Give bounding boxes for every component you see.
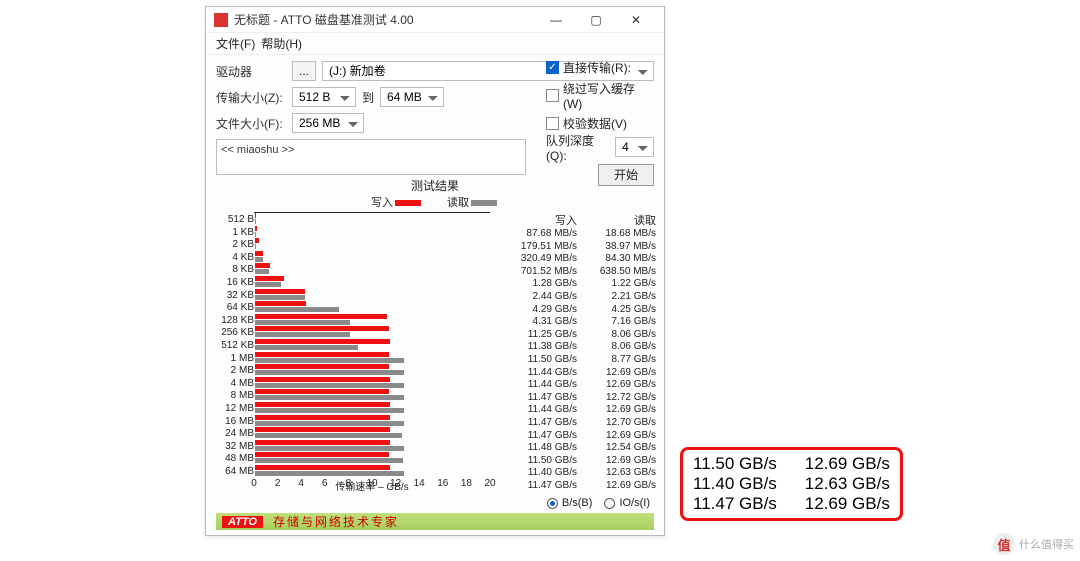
watermark: 值 什么值得买 xyxy=(993,533,1074,555)
legend: 写入 读取 xyxy=(216,194,654,210)
xfersize-to-label: 到 xyxy=(362,89,374,106)
watermark-text: 什么值得买 xyxy=(1019,536,1074,552)
verify-checkbox[interactable]: 校验数据(V) xyxy=(546,115,654,132)
menu-help[interactable]: 帮助(H) xyxy=(261,35,302,52)
browse-button[interactable]: ... xyxy=(292,61,316,81)
xfersize-to-select[interactable]: 64 MB xyxy=(380,87,444,107)
app-icon xyxy=(214,13,228,27)
qd-label: 队列深度(Q): xyxy=(546,132,609,163)
chart-area: 512 B1 KB2 KB4 KB8 KB16 KB32 KB64 KB128 … xyxy=(216,212,654,478)
filesize-label: 文件大小(F): xyxy=(216,115,286,132)
description-box[interactable]: << miaoshu >> xyxy=(216,139,526,175)
filesize-select[interactable]: 256 MB xyxy=(292,113,364,133)
maximize-button[interactable]: ▢ xyxy=(576,9,616,31)
xfersize-from-select[interactable]: 512 B xyxy=(292,87,356,107)
titlebar: 无标题 - ATTO 磁盘基准测试 4.00 — ▢ ✕ xyxy=(206,7,664,33)
plot xyxy=(254,212,490,213)
footer-slogan: 存储与网络技术专家 xyxy=(273,513,399,530)
footer: ATTO 存储与网络技术专家 xyxy=(216,513,654,530)
y-axis: 512 B1 KB2 KB4 KB8 KB16 KB32 KB64 KB128 … xyxy=(216,212,254,478)
menubar: 文件(F) 帮助(H) xyxy=(206,33,664,55)
start-button[interactable]: 开始 xyxy=(598,164,654,186)
app-window: 无标题 - ATTO 磁盘基准测试 4.00 — ▢ ✕ 文件(F) 帮助(H)… xyxy=(205,6,665,536)
direct-checkbox[interactable]: ✓直接传输(R): xyxy=(546,59,654,76)
xfersize-label: 传输大小(Z): xyxy=(216,89,286,106)
unit-bs-radio[interactable]: B/s(B) xyxy=(547,497,593,509)
window-title: 无标题 - ATTO 磁盘基准测试 4.00 xyxy=(234,11,414,28)
highlight-callout: 11.50 GB/s12.69 GB/s11.40 GB/s12.63 GB/s… xyxy=(680,447,903,521)
options-column: ✓直接传输(R): 绕过写入缓存(W) 校验数据(V) 队列深度(Q): 4 开… xyxy=(546,59,654,186)
bypass-checkbox[interactable]: 绕过写入缓存(W) xyxy=(546,80,654,111)
body: 驱动器 ... (J:) 新加卷 传输大小(Z): 512 B 到 64 MB … xyxy=(206,55,664,535)
minimize-button[interactable]: — xyxy=(536,9,576,31)
drive-label: 驱动器 xyxy=(216,63,286,80)
atto-logo: ATTO xyxy=(222,516,263,528)
watermark-icon: 值 xyxy=(993,533,1015,555)
qd-select[interactable]: 4 xyxy=(615,137,654,157)
close-button[interactable]: ✕ xyxy=(616,9,656,31)
results-table: 写入读取 87.68 MB/s18.68 MB/s179.51 MB/s38.9… xyxy=(498,212,656,492)
menu-file[interactable]: 文件(F) xyxy=(216,35,255,52)
unit-ios-radio[interactable]: IO/s(I) xyxy=(604,497,650,509)
unit-selector: B/s(B) IO/s(I) xyxy=(216,497,650,509)
